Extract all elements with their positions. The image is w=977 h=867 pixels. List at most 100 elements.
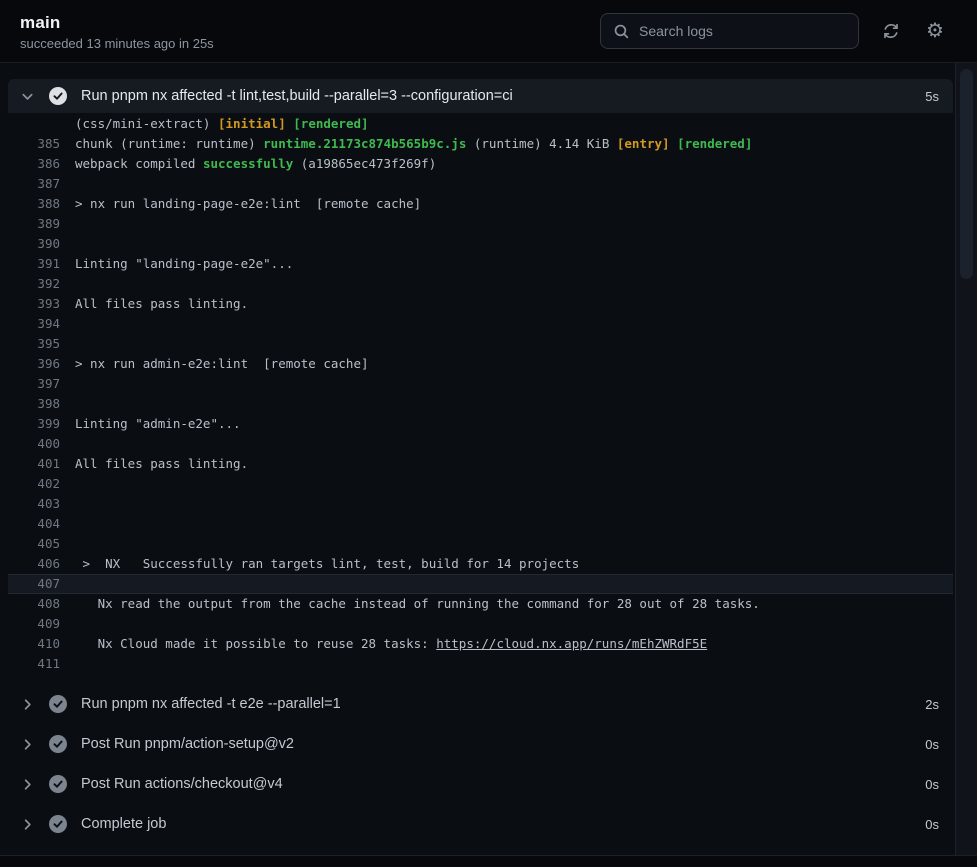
- log-line-number: 386: [8, 154, 60, 174]
- log-line[interactable]: 408 Nx read the output from the cache in…: [8, 594, 953, 614]
- log-line[interactable]: 389: [8, 214, 953, 234]
- log-line-text: Linting "admin-e2e"...: [60, 414, 241, 434]
- chevron-right-icon[interactable]: [20, 737, 35, 752]
- log-text: Nx Cloud made it possible to reuse 28 ta…: [75, 636, 436, 651]
- log-line[interactable]: 401 All files pass linting.: [8, 454, 953, 474]
- log-line-number: 406: [8, 554, 60, 574]
- log-line-text: > nx run admin-e2e:lint [remote cache]: [60, 354, 369, 374]
- step-label: Post Run actions/checkout@v4: [81, 776, 911, 792]
- log-line-number: 400: [8, 434, 60, 454]
- log-line-number: 399: [8, 414, 60, 434]
- log-line-text: (css/mini-extract) [initial] [rendered]: [60, 114, 369, 134]
- collapsed-steps: Run pnpm nx affected -t e2e --parallel=1…: [8, 684, 953, 844]
- log-line[interactable]: 403: [8, 494, 953, 514]
- step-header-collapsed[interactable]: Post Run actions/checkout@v4 0s: [8, 764, 953, 804]
- step-label: Complete job: [81, 816, 911, 832]
- log-line[interactable]: 398: [8, 394, 953, 414]
- log-text: [670, 136, 678, 151]
- log-line-number: 397: [8, 374, 60, 394]
- search-input[interactable]: [639, 23, 846, 39]
- log-line[interactable]: 409: [8, 614, 953, 634]
- log-line[interactable]: 394: [8, 314, 953, 334]
- search-box[interactable]: [600, 13, 859, 49]
- page-title: main: [20, 13, 214, 33]
- log-line-number: 401: [8, 454, 60, 474]
- scrollbar-thumb[interactable]: [960, 69, 973, 279]
- log-line[interactable]: 395: [8, 334, 953, 354]
- step-header-collapsed[interactable]: Post Run pnpm/action-setup@v20s: [8, 724, 953, 764]
- log-line-number: 404: [8, 514, 60, 534]
- log-line-number: 405: [8, 534, 60, 554]
- chevron-right-icon[interactable]: [20, 697, 35, 712]
- log-line[interactable]: 387: [8, 174, 953, 194]
- step-duration: 0s: [925, 777, 939, 792]
- log-text: > nx run admin-e2e:lint [remote cache]: [75, 356, 369, 371]
- log-line[interactable]: 407: [8, 574, 953, 594]
- log-line-text: [60, 474, 75, 494]
- chevron-right-icon[interactable]: [20, 817, 35, 832]
- gear-icon: ⚙: [926, 21, 944, 41]
- log-line-number: 390: [8, 234, 60, 254]
- log-line[interactable]: 405: [8, 534, 953, 554]
- log-line-number: 387: [8, 174, 60, 194]
- log-text: (css/mini-extract): [75, 116, 218, 131]
- log-line-text: [60, 394, 75, 414]
- log-line-text: [60, 534, 75, 554]
- scrollbar-track[interactable]: [955, 63, 977, 855]
- log-area: (css/mini-extract) [initial] [rendered]3…: [8, 113, 953, 674]
- log-line[interactable]: 385 chunk (runtime: runtime) runtime.2117…: [8, 134, 953, 154]
- log-line[interactable]: 391Linting "landing-page-e2e"...: [8, 254, 953, 274]
- log-line[interactable]: 393All files pass linting.: [8, 294, 953, 314]
- log-line[interactable]: 406 > NX Successfully ran targets lint, …: [8, 554, 953, 574]
- header-actions: ⚙: [600, 13, 947, 49]
- log-line-number: 394: [8, 314, 60, 334]
- log-text: All files pass linting.: [75, 456, 248, 471]
- log-line[interactable]: (css/mini-extract) [initial] [rendered]: [8, 114, 953, 134]
- log-text: chunk (runtime: runtime): [75, 136, 263, 151]
- settings-button[interactable]: ⚙: [923, 19, 947, 43]
- log-text-orange: [entry]: [617, 136, 670, 151]
- log-line-number: 385: [8, 134, 60, 154]
- log-line-number: 389: [8, 214, 60, 234]
- log-line-text: [60, 234, 75, 254]
- log-line[interactable]: 404: [8, 514, 953, 534]
- log-line[interactable]: 402: [8, 474, 953, 494]
- log-text-green: runtime.21173c874b565b9c.js: [263, 136, 466, 151]
- log-text-green: [rendered]: [677, 136, 752, 151]
- log-line[interactable]: 411: [8, 654, 953, 674]
- log-line-text: [60, 434, 75, 454]
- refresh-button[interactable]: [879, 19, 903, 43]
- log-line[interactable]: 399Linting "admin-e2e"...: [8, 414, 953, 434]
- log-line[interactable]: 410 Nx Cloud made it possible to reuse 2…: [8, 634, 953, 654]
- log-line-number: 408: [8, 594, 60, 614]
- log-line-number: 395: [8, 334, 60, 354]
- log-line-number: 411: [8, 654, 60, 674]
- step-success-icon: [49, 815, 67, 833]
- log-line[interactable]: 396> nx run admin-e2e:lint [remote cache…: [8, 354, 953, 374]
- log-line[interactable]: 397: [8, 374, 953, 394]
- chevron-down-icon[interactable]: [20, 89, 35, 104]
- step-label: Post Run pnpm/action-setup@v2: [81, 736, 911, 752]
- log-line[interactable]: 386webpack compiled successfully (a19865…: [8, 154, 953, 174]
- step-header-collapsed[interactable]: Run pnpm nx affected -t e2e --parallel=1…: [8, 684, 953, 724]
- log-text-orange: [initial]: [218, 116, 286, 131]
- log-line[interactable]: 400: [8, 434, 953, 454]
- log-line-text: [60, 514, 75, 534]
- log-line-text: [60, 654, 75, 674]
- log-link[interactable]: https://cloud.nx.app/runs/mEhZWRdF5E: [436, 636, 707, 651]
- step-header-collapsed[interactable]: Complete job0s: [8, 804, 953, 844]
- log-line-number: 388: [8, 194, 60, 214]
- log-line[interactable]: 388> nx run landing-page-e2e:lint [remot…: [8, 194, 953, 214]
- log-text: > NX Successfully ran targets lint, test…: [75, 556, 579, 571]
- step-header-expanded[interactable]: Run pnpm nx affected -t lint,test,build …: [8, 79, 953, 113]
- chevron-right-icon[interactable]: [20, 777, 35, 792]
- log-line-number: 409: [8, 614, 60, 634]
- step-duration: 2s: [925, 697, 939, 712]
- log-line-text: [60, 274, 75, 294]
- step-success-icon: [49, 87, 67, 105]
- log-line[interactable]: 392: [8, 274, 953, 294]
- log-line-number: 392: [8, 274, 60, 294]
- step-label: Run pnpm nx affected -t e2e --parallel=1: [81, 696, 911, 712]
- log-line[interactable]: 390: [8, 234, 953, 254]
- log-line-number: 407: [8, 575, 60, 593]
